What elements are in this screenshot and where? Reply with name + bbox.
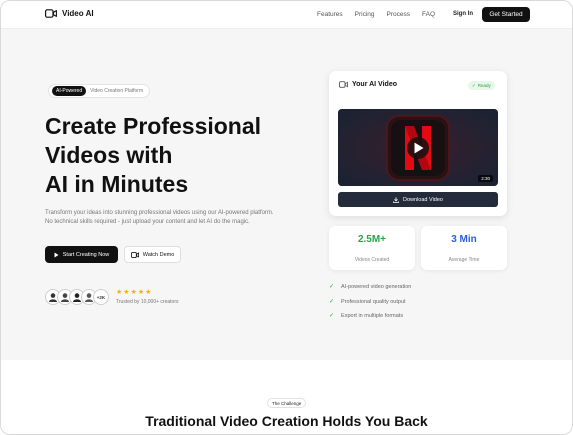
status-badge: ✓ Ready	[468, 81, 495, 90]
start-creating-label: Start Creating Now	[62, 251, 110, 258]
download-label: Download Video	[403, 196, 443, 203]
check-icon: ✓	[472, 82, 476, 88]
logo-text: Video AI	[62, 9, 94, 18]
download-video-button[interactable]: Download Video	[338, 192, 498, 207]
star-icon: ★	[145, 289, 152, 296]
watch-demo-label: Watch Demo	[142, 251, 175, 258]
start-creating-button[interactable]: Start Creating Now	[45, 246, 118, 263]
stat-label: Average Time	[448, 257, 480, 263]
download-icon	[393, 196, 399, 203]
video-duration: 2:30	[478, 175, 493, 182]
watch-demo-button[interactable]: Watch Demo	[124, 246, 181, 263]
feature-list: ✓ AI-powered video generation ✓ Professi…	[329, 280, 411, 324]
hero-title: Create Professional Videos with AI in Mi…	[45, 112, 305, 199]
ai-powered-badge: AI-Powered	[52, 86, 87, 96]
rating-stars: ★ ★ ★ ★ ★	[116, 289, 151, 296]
feature-item: ✓ AI-powered video generation	[329, 280, 411, 295]
check-icon: ✓	[329, 313, 335, 320]
nav-link-faq[interactable]: FAQ	[422, 11, 435, 18]
stat-label: Videos Created	[354, 257, 390, 263]
nav-link-process[interactable]: Process	[387, 11, 410, 18]
hero-title-line-2: Videos with	[45, 142, 173, 168]
challenge-title: Traditional Video Creation Holds You Bac…	[145, 413, 428, 429]
hero-title-line-1: Create Professional	[45, 113, 262, 139]
check-icon: ✓	[329, 284, 335, 291]
feature-item: ✓ Export in multiple formats	[329, 309, 411, 324]
feature-text: AI-powered video generation	[341, 284, 412, 291]
logo[interactable]: Video AI	[45, 9, 94, 18]
sign-in-link[interactable]: Sign In	[453, 11, 473, 17]
stat-videos-created: 2.5M+ Videos Created	[329, 226, 415, 270]
feature-text: Professional quality output	[341, 298, 406, 305]
video-card-title: Your AI Video	[352, 81, 397, 88]
video-card-header: Your AI Video	[339, 81, 397, 88]
avatar-count-text: +2K	[96, 294, 106, 300]
trusted-text: Trusted by 10,000+ creators	[116, 299, 179, 305]
hero-title-line-3: AI in Minutes	[45, 171, 189, 197]
star-icon: ★	[130, 289, 137, 296]
hero-description: Transform your ideas into stunning profe…	[45, 210, 274, 225]
nav-link-features[interactable]: Features	[317, 11, 343, 18]
netflix-logo-icon	[338, 109, 498, 186]
hero-badge: AI-Powered Video Creation Platform	[48, 84, 151, 98]
stat-value: 3 Min	[451, 234, 477, 245]
star-icon: ★	[137, 289, 145, 296]
nav-link-pricing[interactable]: Pricing	[355, 11, 375, 18]
video-camera-icon	[45, 9, 57, 18]
status-text: Ready	[477, 83, 491, 88]
stat-value: 2.5M+	[357, 234, 387, 245]
challenge-section: The Challenge Traditional Video Creation…	[1, 360, 572, 434]
get-started-button[interactable]: Get Started	[482, 7, 530, 22]
avatar-count: +2K	[93, 289, 109, 305]
top-nav: Video AI Features Pricing Process FAQ Si…	[1, 1, 572, 29]
video-thumbnail[interactable]: 2:30	[338, 109, 498, 186]
star-icon: ★	[123, 289, 130, 296]
star-icon: ★	[116, 289, 123, 296]
video-camera-icon	[339, 81, 348, 88]
check-icon: ✓	[329, 298, 335, 305]
video-camera-icon	[130, 251, 139, 258]
challenge-badge: The Challenge	[267, 398, 307, 408]
video-preview-card: Your AI Video ✓ Ready 2:30 Download Vide…	[329, 71, 507, 216]
page-frame: Video AI Features Pricing Process FAQ Si…	[0, 0, 573, 435]
feature-item: ✓ Professional quality output	[329, 295, 411, 310]
creator-avatars: +2K	[45, 289, 109, 305]
stat-average-time: 3 Min Average Time	[421, 226, 507, 270]
play-icon	[54, 252, 59, 257]
feature-text: Export in multiple formats	[341, 313, 404, 320]
nav-links: Features Pricing Process FAQ	[317, 11, 435, 18]
badge-text: Video Creation Platform	[90, 88, 144, 94]
